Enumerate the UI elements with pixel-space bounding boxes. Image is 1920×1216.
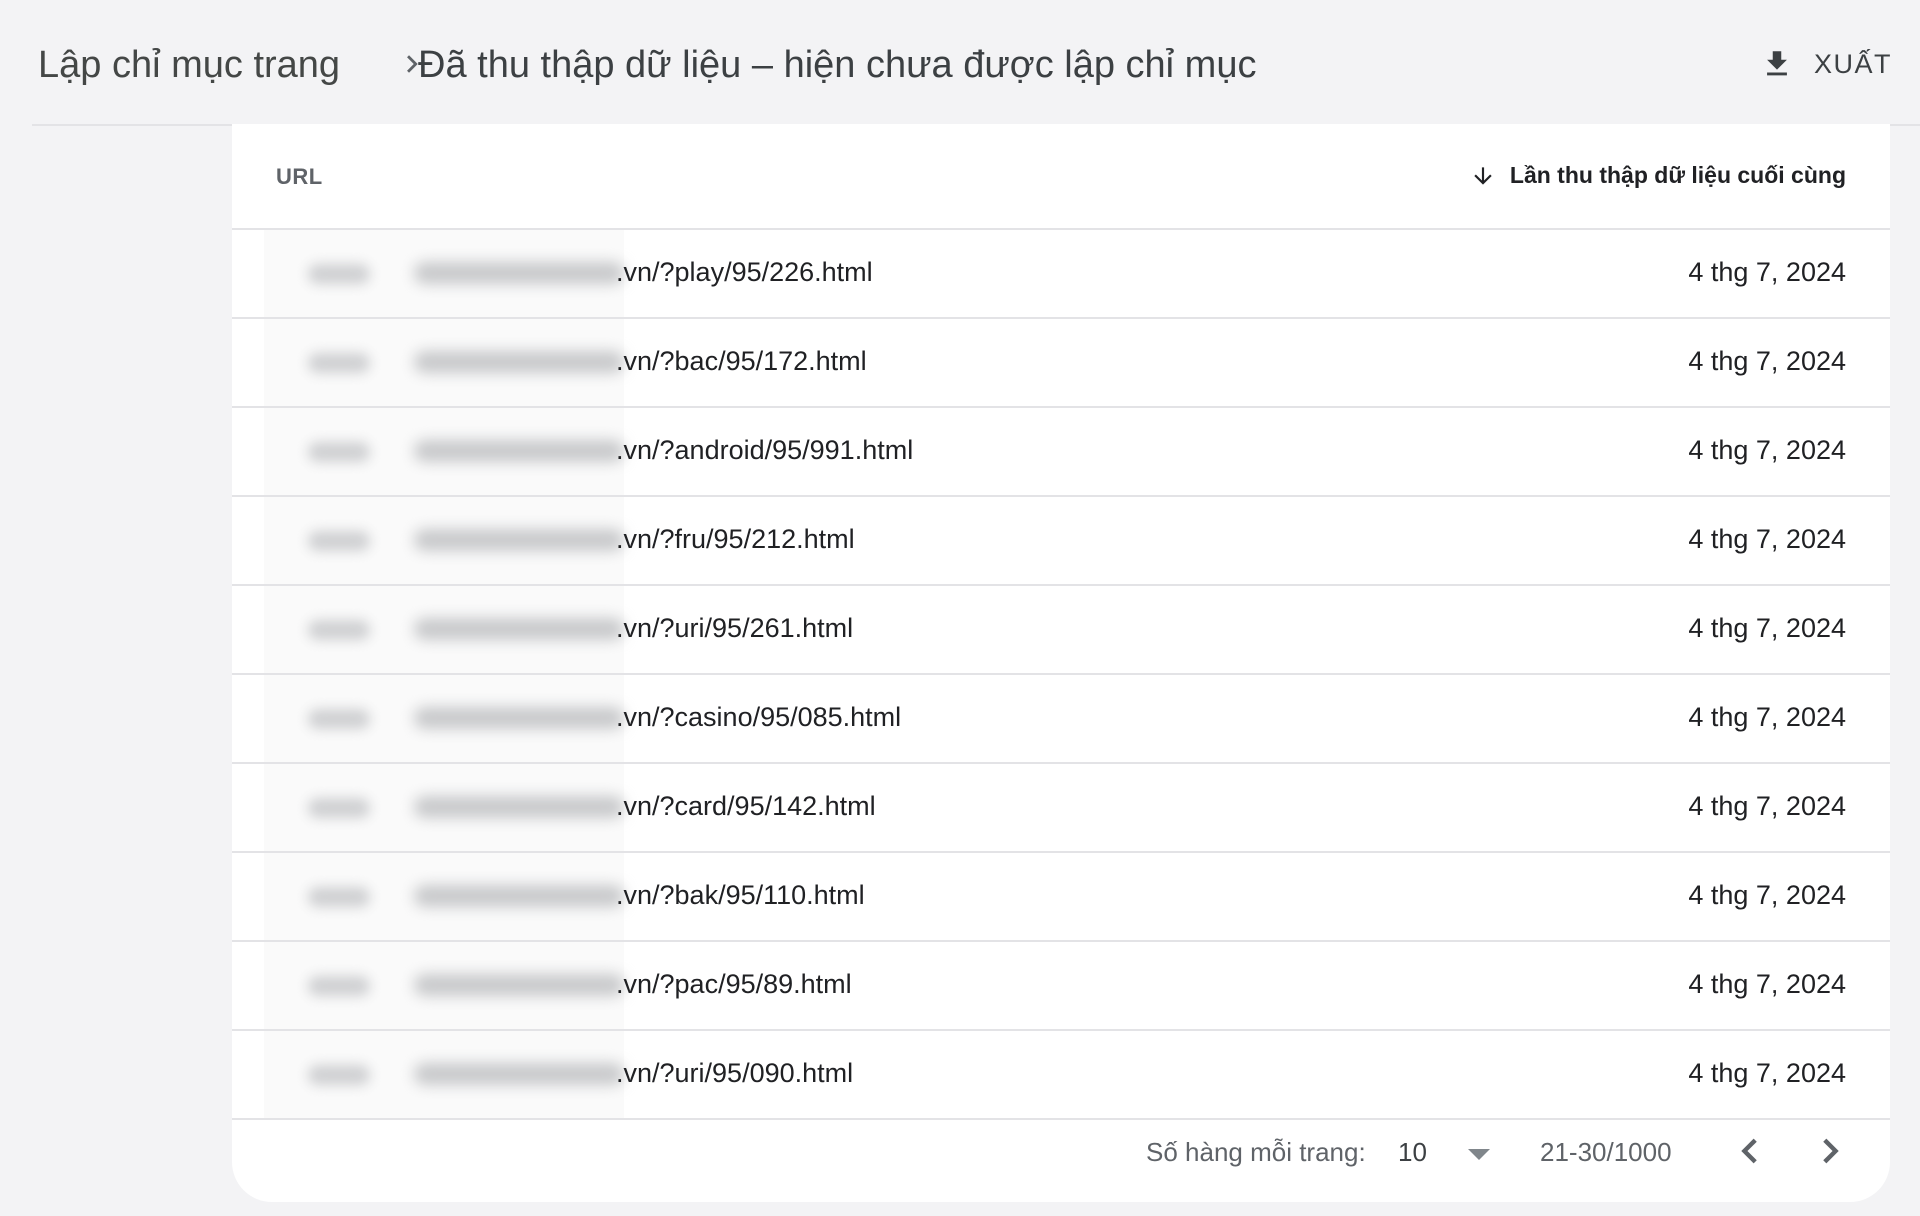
redacted-url-prefix — [264, 319, 624, 406]
export-label: XUẤT — [1813, 48, 1892, 79]
chevron-right-icon — [1823, 1138, 1839, 1164]
redacted-url-prefix — [264, 230, 624, 317]
redacted-url-prefix — [264, 675, 624, 762]
next-page-button[interactable] — [1806, 1127, 1854, 1175]
table-row[interactable]: .vn/?pac/95/89.html 4 thg 7, 2024 — [232, 942, 1890, 1031]
page-header: Lập chỉ mục trang Đã thu thập dữ liệu – … — [32, 0, 1920, 126]
row-url: .vn/?uri/95/261.html — [616, 613, 854, 643]
rows-per-page-label: Số hàng mỗi trang: — [1146, 1137, 1366, 1167]
row-url: .vn/?bak/95/110.html — [616, 880, 865, 910]
chevron-left-icon — [1741, 1138, 1757, 1164]
row-date: 4 thg 7, 2024 — [1688, 524, 1846, 554]
redacted-url-prefix — [264, 764, 624, 851]
table-row[interactable]: .vn/?uri/95/261.html 4 thg 7, 2024 — [232, 586, 1890, 675]
caret-down-icon — [1468, 1149, 1490, 1160]
table-row[interactable]: .vn/?android/95/991.html 4 thg 7, 2024 — [232, 408, 1890, 497]
column-header-last-crawled[interactable]: Lần thu thập dữ liệu cuối cùng — [1470, 162, 1846, 189]
page-range: 21-30/1000 — [1540, 1137, 1672, 1167]
previous-page-button[interactable] — [1726, 1127, 1774, 1175]
results-table-card: URL Lần thu thập dữ liệu cuối cùng .vn/?… — [232, 124, 1890, 1202]
table-row[interactable]: .vn/?bak/95/110.html 4 thg 7, 2024 — [232, 853, 1890, 942]
table-row[interactable]: .vn/?fru/95/212.html 4 thg 7, 2024 — [232, 497, 1890, 586]
row-date: 4 thg 7, 2024 — [1688, 435, 1846, 465]
row-date: 4 thg 7, 2024 — [1688, 613, 1846, 643]
column-header-url[interactable]: URL — [276, 164, 323, 190]
redacted-url-prefix — [264, 942, 624, 1029]
pagination-bar: Số hàng mỗi trang: 10 21-30/1000 — [232, 1101, 1890, 1201]
rows-per-page-select[interactable]: 10 — [1394, 1131, 1502, 1175]
arrow-down-icon — [1474, 166, 1492, 185]
redacted-url-prefix — [264, 408, 624, 495]
table-row[interactable]: .vn/?casino/95/085.html 4 thg 7, 2024 — [232, 675, 1890, 764]
row-date: 4 thg 7, 2024 — [1688, 702, 1846, 732]
table-header: URL Lần thu thập dữ liệu cuối cùng — [232, 124, 1890, 230]
download-icon — [1767, 51, 1787, 76]
redacted-url-prefix — [264, 497, 624, 584]
row-url: .vn/?casino/95/085.html — [616, 702, 902, 732]
row-url: .vn/?android/95/991.html — [616, 435, 914, 465]
row-date: 4 thg 7, 2024 — [1688, 1058, 1846, 1088]
breadcrumb-root-link[interactable]: Lập chỉ mục trang — [38, 44, 340, 87]
row-url: .vn/?fru/95/212.html — [616, 524, 855, 554]
table-row[interactable]: .vn/?play/95/226.html 4 thg 7, 2024 — [232, 230, 1890, 319]
row-date: 4 thg 7, 2024 — [1688, 257, 1846, 287]
row-url: .vn/?bac/95/172.html — [616, 346, 867, 376]
rows-per-page-value: 10 — [1398, 1137, 1427, 1167]
redacted-url-prefix — [264, 586, 624, 673]
row-url: .vn/?uri/95/090.html — [616, 1058, 854, 1088]
table-row[interactable]: .vn/?bac/95/172.html 4 thg 7, 2024 — [232, 319, 1890, 408]
row-date: 4 thg 7, 2024 — [1688, 880, 1846, 910]
redacted-url-prefix — [264, 853, 624, 940]
column-header-last-crawled-label: Lần thu thập dữ liệu cuối cùng — [1509, 162, 1846, 188]
row-date: 4 thg 7, 2024 — [1688, 346, 1846, 376]
row-url: .vn/?play/95/226.html — [616, 257, 873, 287]
row-url: .vn/?card/95/142.html — [616, 791, 876, 821]
row-date: 4 thg 7, 2024 — [1688, 969, 1846, 999]
row-date: 4 thg 7, 2024 — [1688, 791, 1846, 821]
export-button[interactable]: XUẤT — [1760, 42, 1892, 86]
row-url: .vn/?pac/95/89.html — [616, 969, 852, 999]
table-row[interactable]: .vn/?card/95/142.html 4 thg 7, 2024 — [232, 764, 1890, 853]
page-title: Đã thu thập dữ liệu – hiện chưa được lập… — [418, 44, 1257, 86]
